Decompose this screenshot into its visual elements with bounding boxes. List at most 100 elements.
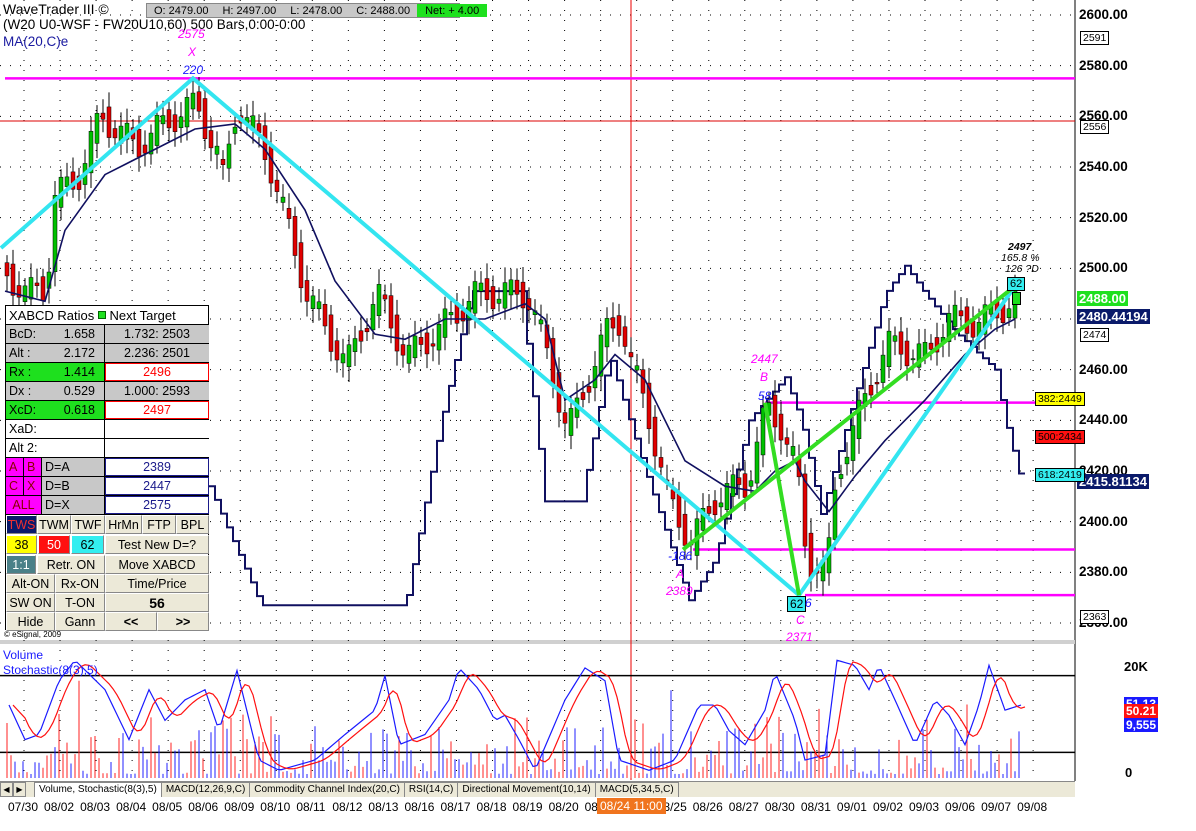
- tab-study[interactable]: MACD(5,34,5,C): [594, 782, 679, 797]
- prev-button[interactable]: <<: [105, 612, 157, 631]
- price-tick-label: 2460.00: [1079, 361, 1128, 377]
- test-new-d-button[interactable]: Test New D=?: [105, 535, 209, 554]
- hrmn-button[interactable]: HrMn: [105, 515, 142, 534]
- count-value: 56: [105, 593, 209, 612]
- candle-body: [40, 276, 46, 301]
- tab-scroll-left[interactable]: ◀: [0, 782, 13, 797]
- candle-body: [208, 130, 214, 149]
- date-label: 08/30: [764, 800, 795, 814]
- price-tick-label: 2580.00: [1079, 57, 1128, 73]
- target-value: 2496: [143, 365, 171, 379]
- one-to-one-button[interactable]: 1:1: [6, 555, 36, 574]
- candle-body: [190, 92, 196, 110]
- tab-study[interactable]: MACD(12,26,9,C): [160, 782, 251, 797]
- point-all-button[interactable]: ALL: [6, 496, 42, 514]
- symbol-line: (W20 U0-WSF - FW20U10,60) 500 Bars,0:00-…: [3, 17, 306, 32]
- candle-body: [100, 112, 106, 120]
- ftp-button[interactable]: FTP: [142, 515, 176, 534]
- twf-button[interactable]: TWF: [71, 515, 105, 534]
- level-box-2591: 2591: [1080, 31, 1110, 45]
- panel-header: XABCD Ratios Next Target: [6, 306, 209, 325]
- t-on-button[interactable]: T-ON: [55, 593, 105, 612]
- candle-body: [610, 317, 616, 329]
- candle-body: [292, 216, 298, 256]
- fib-500-box: 500:2434: [1035, 430, 1085, 444]
- move-xabcd-button[interactable]: Move XABCD: [105, 555, 209, 574]
- sw-on-button[interactable]: SW ON: [6, 593, 55, 612]
- copyright: © eSignal, 2009: [4, 630, 62, 639]
- retrace-62-button[interactable]: 62: [71, 535, 104, 554]
- ma-label: MA(20,C)e: [3, 34, 69, 49]
- level-box-2363: 2363: [1080, 610, 1110, 624]
- ma-value-tag: 2480.44194: [1077, 309, 1150, 324]
- app-title: WaveTrader III ©: [3, 1, 109, 17]
- retr-on-button[interactable]: Retr. ON: [37, 555, 105, 574]
- date-label: 09/02: [872, 800, 903, 814]
- retrace-50-button[interactable]: 50: [38, 535, 70, 554]
- ratio-value: 1.658: [63, 327, 95, 341]
- gann-button[interactable]: Gann: [55, 612, 105, 631]
- candle-body: [22, 285, 28, 302]
- target-value: 1.732: 2503: [123, 327, 191, 341]
- x-price-label: 2575: [178, 27, 205, 41]
- tab-study[interactable]: Commodity Channel Index(20,C): [249, 782, 405, 797]
- a-bars-label: -186: [668, 549, 693, 563]
- price-tick-label: 2400.00: [1079, 513, 1128, 529]
- price-tick-label: 2500.00: [1079, 260, 1128, 276]
- point-b-button[interactable]: B: [24, 458, 42, 476]
- tab-study[interactable]: Volume, Stochastic(8(3),5): [34, 782, 162, 797]
- candle-body: [790, 446, 796, 456]
- candle-body: [370, 304, 376, 331]
- tab-study[interactable]: Directional Movement(10,14): [457, 782, 596, 797]
- point-x-button[interactable]: X: [24, 477, 42, 495]
- date-label: 08/26: [692, 800, 723, 814]
- twm-button[interactable]: TWM: [37, 515, 71, 534]
- candle-body: [808, 532, 814, 578]
- date-label: 08/09: [224, 800, 255, 814]
- candle-body: [376, 284, 382, 317]
- candle-body: [280, 196, 286, 203]
- date-label: 08/06: [188, 800, 219, 814]
- candle-body: [856, 399, 862, 439]
- retrace-38-button[interactable]: 38: [6, 535, 37, 554]
- date-label: 09/08: [1017, 800, 1048, 814]
- point-a-button[interactable]: A: [6, 458, 24, 476]
- candle-body: [184, 97, 190, 128]
- rx-on-button[interactable]: Rx-ON: [55, 574, 105, 593]
- tab-study[interactable]: RSI(14,C): [403, 782, 459, 797]
- candle-body: [712, 500, 718, 516]
- candle-body: [772, 394, 778, 428]
- hide-button[interactable]: Hide: [6, 612, 55, 631]
- ratio-label: Alt 2:: [9, 441, 38, 455]
- alt-on-button[interactable]: Alt-ON: [6, 574, 55, 593]
- pattern-ad-line: [681, 284, 1017, 552]
- candle-body: [754, 441, 760, 484]
- tab-scroll-right[interactable]: ▶: [13, 782, 26, 797]
- candle-body: [838, 474, 844, 479]
- point-c-button[interactable]: C: [6, 477, 24, 495]
- date-label: 08/18: [476, 800, 507, 814]
- ratio-label: Dx :: [9, 384, 32, 398]
- candle-body: [322, 303, 328, 327]
- volume-title: Volume: [3, 648, 44, 662]
- time-price-button[interactable]: Time/Price: [105, 574, 209, 593]
- candle-body: [562, 412, 568, 424]
- candle-body: [538, 319, 544, 325]
- candle-body: [874, 382, 880, 385]
- date-label: 09/03: [909, 800, 940, 814]
- candle-body: [400, 344, 406, 356]
- d-target-value: 2447: [105, 477, 209, 495]
- ratio-row: BcD: 1.658 1.732: 2503: [6, 325, 209, 344]
- date-label: 08/27: [728, 800, 759, 814]
- date-label: 08/10: [260, 800, 291, 814]
- ratio-row: Alt : 2.172 2.236: 2501: [6, 344, 209, 363]
- bpl-button[interactable]: BPL: [176, 515, 209, 534]
- candle-body: [232, 126, 238, 134]
- next-button[interactable]: >>: [157, 612, 209, 631]
- ratio-label: BcD:: [9, 327, 37, 341]
- candle-body: [568, 408, 574, 436]
- close-value: C: 2488.00: [356, 4, 411, 17]
- cursor-date: 08/24 11:00: [597, 798, 666, 814]
- candle-body: [652, 416, 658, 457]
- tws-button[interactable]: TWS: [6, 515, 37, 534]
